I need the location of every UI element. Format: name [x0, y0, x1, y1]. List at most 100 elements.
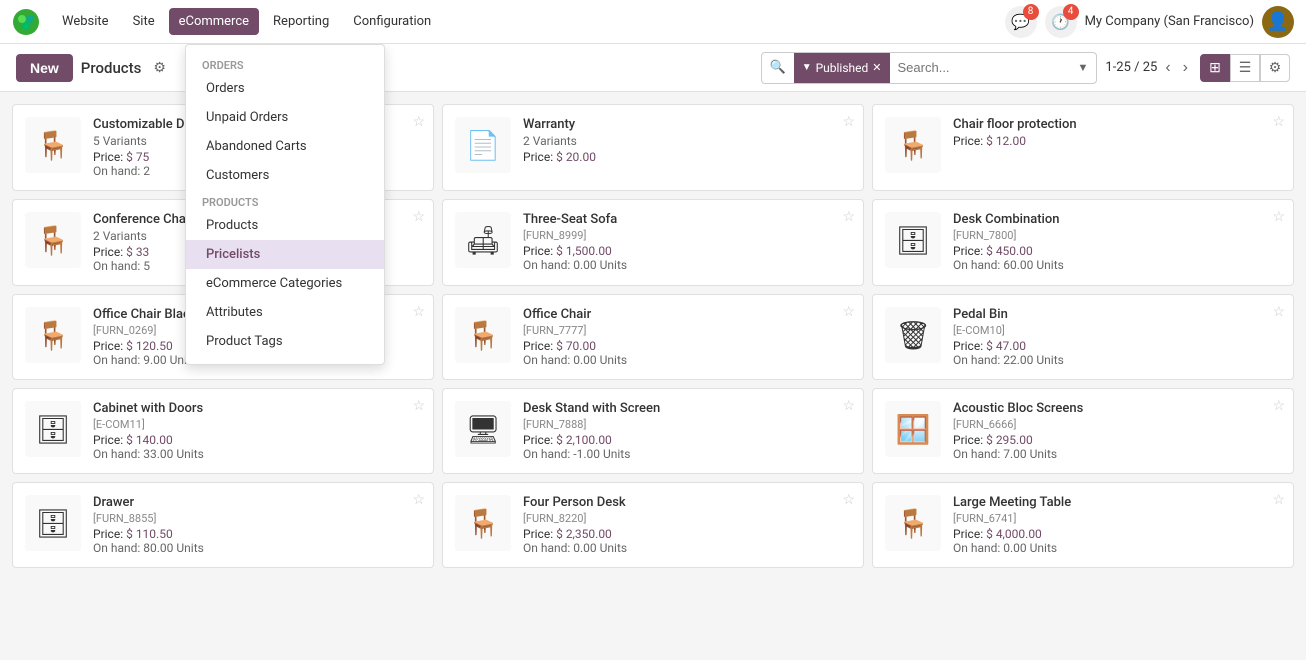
- favorite-button[interactable]: ☆: [412, 113, 425, 130]
- product-image: 🗄: [885, 212, 941, 268]
- favorite-button[interactable]: ☆: [842, 397, 855, 414]
- favorite-button[interactable]: ☆: [842, 303, 855, 320]
- favorite-button[interactable]: ☆: [842, 491, 855, 508]
- dropdown-customers[interactable]: Customers: [186, 161, 384, 190]
- messages-badge: 8: [1023, 4, 1039, 20]
- filter-funnel-icon: ▼: [802, 62, 812, 73]
- product-sku: [FURN_7800]: [953, 229, 1281, 242]
- product-name: Warranty: [523, 117, 851, 132]
- product-name: Drawer: [93, 495, 421, 510]
- favorite-button[interactable]: ☆: [412, 208, 425, 225]
- product-card[interactable]: 🪑 Four Person Desk [FURN_8220] Price: $ …: [442, 482, 864, 568]
- product-sku: [E-COM11]: [93, 418, 421, 431]
- product-sku: [FURN_7777]: [523, 324, 851, 337]
- product-name: Large Meeting Table: [953, 495, 1281, 510]
- product-name: Chair floor protection: [953, 117, 1281, 132]
- product-card[interactable]: 🖥 Desk Stand with Screen [FURN_7888] Pri…: [442, 388, 864, 474]
- orders-section-label: Orders: [186, 53, 384, 74]
- product-image: 🗄: [25, 401, 81, 457]
- filter-tag[interactable]: ▼ Published ✕: [794, 53, 890, 83]
- product-name: Acoustic Bloc Screens: [953, 401, 1281, 416]
- search-icon: 🔍: [762, 60, 794, 75]
- page-title: Products: [81, 59, 142, 77]
- product-image: 🪑: [25, 212, 81, 268]
- product-info: Acoustic Bloc Screens [FURN_6666] Price:…: [953, 401, 1281, 461]
- nav-website[interactable]: Website: [52, 8, 119, 35]
- product-card[interactable]: 🛋 Three-Seat Sofa [FURN_8999] Price: $ 1…: [442, 199, 864, 286]
- company-name[interactable]: My Company (San Francisco): [1085, 14, 1254, 29]
- dropdown-product-tags[interactable]: Product Tags: [186, 327, 384, 356]
- nav-reporting[interactable]: Reporting: [263, 8, 339, 35]
- dropdown-pricelists[interactable]: Pricelists: [186, 240, 384, 269]
- favorite-button[interactable]: ☆: [412, 397, 425, 414]
- dropdown-unpaid-orders[interactable]: Unpaid Orders: [186, 103, 384, 132]
- product-info: Chair floor protection Price: $ 12.00: [953, 117, 1281, 148]
- product-stock: On hand: 22.00 Units: [953, 353, 1281, 367]
- favorite-button[interactable]: ☆: [1272, 113, 1285, 130]
- product-image: 🛋: [455, 212, 511, 268]
- dropdown-abandoned-carts[interactable]: Abandoned Carts: [186, 132, 384, 161]
- dropdown-attributes[interactable]: Attributes: [186, 298, 384, 327]
- product-variants: 2 Variants: [523, 134, 851, 148]
- product-card[interactable]: 🗄 Drawer [FURN_8855] Price: $ 110.50 On …: [12, 482, 434, 568]
- favorite-button[interactable]: ☆: [412, 491, 425, 508]
- favorite-button[interactable]: ☆: [842, 113, 855, 130]
- product-stock: On hand: 0.00 Units: [523, 353, 851, 367]
- new-button[interactable]: New: [16, 54, 73, 82]
- logo[interactable]: [12, 8, 40, 36]
- dropdown-ecommerce-categories[interactable]: eCommerce Categories: [186, 269, 384, 298]
- product-image: 🪑: [885, 117, 941, 173]
- product-card[interactable]: 🗄 Cabinet with Doors [E-COM11] Price: $ …: [12, 388, 434, 474]
- activity-icon-btn[interactable]: 🕐 4: [1045, 6, 1077, 38]
- favorite-button[interactable]: ☆: [842, 208, 855, 225]
- list-view-button[interactable]: ☰: [1230, 54, 1260, 82]
- product-name: Desk Combination: [953, 212, 1281, 227]
- product-image: 🗄: [25, 495, 81, 551]
- product-card[interactable]: 📄 Warranty 2 Variants Price: $ 20.00 ☆: [442, 104, 864, 191]
- grid-view-button[interactable]: ⊞: [1200, 54, 1230, 82]
- favorite-button[interactable]: ☆: [1272, 303, 1285, 320]
- product-info: Pedal Bin [E-COM10] Price: $ 47.00 On ha…: [953, 307, 1281, 367]
- product-stock: On hand: 0.00 Units: [523, 541, 851, 555]
- product-name: Three-Seat Sofa: [523, 212, 851, 227]
- favorite-button[interactable]: ☆: [1272, 397, 1285, 414]
- product-sku: [FURN_6666]: [953, 418, 1281, 431]
- settings-icon[interactable]: ⚙: [153, 60, 166, 76]
- product-image: 🪟: [885, 401, 941, 457]
- product-image: 📄: [455, 117, 511, 173]
- prev-page-button[interactable]: ‹: [1161, 57, 1174, 79]
- product-info: Desk Stand with Screen [FURN_7888] Price…: [523, 401, 851, 461]
- product-card[interactable]: 🗄 Desk Combination [FURN_7800] Price: $ …: [872, 199, 1294, 286]
- product-info: Warranty 2 Variants Price: $ 20.00: [523, 117, 851, 164]
- search-dropdown-icon[interactable]: ▼: [1070, 61, 1097, 74]
- search-input[interactable]: [890, 60, 1070, 75]
- nav-ecommerce[interactable]: eCommerce: [169, 8, 259, 35]
- avatar[interactable]: 👤: [1262, 6, 1294, 38]
- product-card[interactable]: 🪑 Chair floor protection Price: $ 12.00 …: [872, 104, 1294, 191]
- favorite-button[interactable]: ☆: [1272, 208, 1285, 225]
- settings-view-button[interactable]: ⚙: [1260, 54, 1290, 82]
- nav-site[interactable]: Site: [123, 8, 165, 35]
- filter-remove-icon[interactable]: ✕: [872, 61, 881, 74]
- dropdown-products[interactable]: Products: [186, 211, 384, 240]
- product-card[interactable]: 🪟 Acoustic Bloc Screens [FURN_6666] Pric…: [872, 388, 1294, 474]
- product-card[interactable]: 🗑 Pedal Bin [E-COM10] Price: $ 47.00 On …: [872, 294, 1294, 380]
- product-stock: On hand: 7.00 Units: [953, 447, 1281, 461]
- filter-label: Published: [816, 61, 869, 75]
- favorite-button[interactable]: ☆: [1272, 491, 1285, 508]
- product-sku: [FURN_8220]: [523, 512, 851, 525]
- nav-configuration[interactable]: Configuration: [343, 8, 441, 35]
- pagination: 1-25 / 25 ‹ ›: [1105, 57, 1192, 79]
- product-card[interactable]: 🪑 Office Chair [FURN_7777] Price: $ 70.0…: [442, 294, 864, 380]
- dropdown-orders[interactable]: Orders: [186, 74, 384, 103]
- messages-icon-btn[interactable]: 💬 8: [1005, 6, 1037, 38]
- product-name: Office Chair: [523, 307, 851, 322]
- next-page-button[interactable]: ›: [1179, 57, 1192, 79]
- product-stock: On hand: 80.00 Units: [93, 541, 421, 555]
- product-card[interactable]: 🪑 Large Meeting Table [FURN_6741] Price:…: [872, 482, 1294, 568]
- product-image: 🖥: [455, 401, 511, 457]
- product-sku: [FURN_6741]: [953, 512, 1281, 525]
- product-sku: [FURN_8999]: [523, 229, 851, 242]
- favorite-button[interactable]: ☆: [412, 303, 425, 320]
- activity-badge: 4: [1063, 4, 1079, 20]
